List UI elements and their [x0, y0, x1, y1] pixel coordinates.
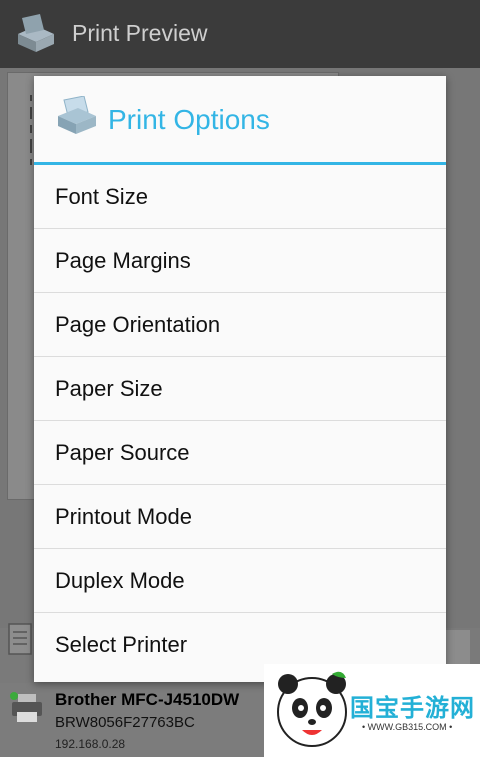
watermark-logo: 国宝手游网 • WWW.GB315.COM •: [264, 664, 480, 757]
document-icon[interactable]: [6, 620, 36, 660]
option-printout-mode[interactable]: Printout Mode: [34, 485, 446, 549]
printer-ip: 192.168.0.28: [55, 737, 126, 751]
option-font-size[interactable]: Font Size: [34, 165, 446, 229]
option-paper-size[interactable]: Paper Size: [34, 357, 446, 421]
dialog-title: Print Options: [108, 104, 270, 135]
printer-id: BRW8056F27763BC: [55, 714, 195, 731]
option-page-margins[interactable]: Page Margins: [34, 229, 446, 293]
print-options-dialog: Print Options Font Size Page Margins Pag…: [34, 76, 446, 682]
option-paper-source[interactable]: Paper Source: [34, 421, 446, 485]
print-options-icon: [58, 96, 96, 134]
option-duplex-mode[interactable]: Duplex Mode: [34, 549, 446, 613]
panda-logo-icon: [277, 671, 347, 747]
app-bar: Print Preview: [0, 0, 480, 68]
printer-name: Brother MFC-J4510DW: [55, 690, 240, 709]
watermark-url: • WWW.GB315.COM •: [362, 722, 453, 732]
option-page-orientation[interactable]: Page Orientation: [34, 293, 446, 357]
watermark-brand: 国宝手游网: [350, 695, 475, 722]
page-title: Print Preview: [72, 20, 208, 46]
printer-icon: [10, 692, 42, 722]
dialog-header: Print Options: [34, 76, 446, 165]
printer-app-icon: [18, 14, 54, 52]
options-list: Font Size Page Margins Page Orientation …: [34, 165, 446, 677]
